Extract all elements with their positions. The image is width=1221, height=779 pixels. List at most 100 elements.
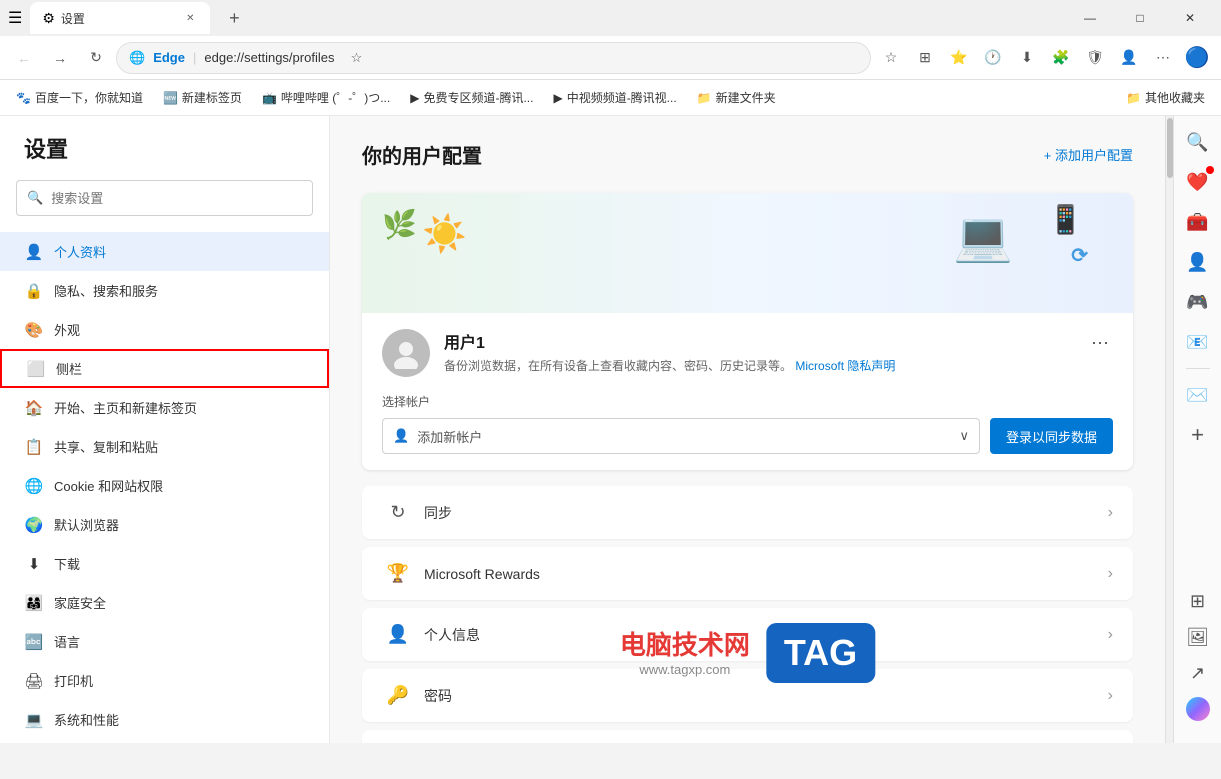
downloads-button[interactable]: ⬇ [1011,42,1043,74]
account-select[interactable]: 👤 添加新帐户 ∨ [382,418,980,454]
bilibili-icon: 📺 [262,91,277,105]
sharing-nav-icon: 📋 [24,438,44,456]
edge-sidebar-add[interactable]: + [1180,417,1216,453]
nav-item-language[interactable]: 🔤 语言 [0,622,329,661]
nav-item-reset[interactable]: ↺ 重置设置 [0,739,329,743]
refresh-button[interactable]: ↻ [80,42,112,74]
edge-sidebar-user[interactable]: 👤 [1180,244,1216,280]
nav-item-privacy-label: 隐私、搜索和服务 [54,281,158,300]
scroll-thumb[interactable] [1167,118,1173,178]
nav-item-sidebar[interactable]: ⬜ 侧栏 [0,349,329,388]
bookmark-tencent1[interactable]: ▶ 免费专区频道-腾讯... [402,85,541,110]
nav-item-printer[interactable]: 🖨 打印机 [0,661,329,700]
personal-info-label: 个人信息 [424,625,1108,645]
close-window-button[interactable]: ✕ [1167,0,1213,36]
nav-item-downloads[interactable]: ⬇ 下载 [0,544,329,583]
bookmark-baidu[interactable]: 🐾 百度一下，你就知道 [8,85,151,110]
bookmark-bilibili[interactable]: 📺 哔哩哔哩 (゜-゜)つ... [254,85,398,110]
section-personal-info[interactable]: 👤 个人信息 › [362,608,1133,661]
edge-sidebar-external[interactable]: ↗ [1180,655,1216,691]
bookmark-newtab[interactable]: 🆕 新建标签页 [155,85,250,110]
section-password[interactable]: 🔑 密码 › [362,669,1133,722]
edge-icon-button[interactable]: 🔵 [1181,42,1213,74]
section-sync[interactable]: ↻ 同步 › [362,486,1133,539]
edge-logo: 🌐 [129,50,145,66]
profile-menu-button[interactable]: ⋯ [1087,329,1113,358]
edge-sidebar-games[interactable]: 🎮 [1180,284,1216,320]
banner-sun: ☀️ [422,213,467,255]
edge-sidebar-qr[interactable]: ⊞ [1180,583,1216,619]
sync-label: 同步 [424,503,1108,523]
bookmark-bilibili-label: 哔哩哔哩 (゜-゜)つ... [281,89,390,106]
nav-item-family-label: 家庭安全 [54,593,106,612]
extensions-button[interactable]: 🧩 [1045,42,1077,74]
nav-item-downloads-label: 下载 [54,554,80,573]
section-rewards[interactable]: 🏆 Microsoft Rewards › [362,547,1133,600]
nav-item-default-browser[interactable]: 🌍 默认浏览器 [0,505,329,544]
tab-close-button[interactable]: ✕ [182,10,198,26]
nav-item-sidebar-label: 侧栏 [56,359,82,378]
family-nav-icon: 👨‍👩‍👧 [24,594,44,612]
maximize-button[interactable]: □ [1117,0,1163,36]
password-icon: 🔑 [382,685,414,706]
nav-item-profile-label: 个人资料 [54,242,106,261]
nav-item-privacy[interactable]: 🔒 隐私、搜索和服务 [0,271,329,310]
privacy-link[interactable]: Microsoft 隐私声明 [795,359,895,373]
bookmark-tencent2[interactable]: ▶ 中视频频道-腾讯视... [545,85,684,110]
nav-item-appearance[interactable]: 🎨 外观 [0,310,329,349]
collections-button[interactable]: ☆ [875,42,907,74]
search-box[interactable]: 🔍 [16,180,313,216]
section-payment[interactable]: 💳 付款信息 › [362,730,1133,743]
history-button[interactable]: 🕐 [977,42,1009,74]
edge-sidebar-bottom-actions: ⊞ 🖼 ↗ [1180,583,1216,735]
search-input[interactable] [51,191,302,206]
edge-sidebar-search[interactable]: 🔍 [1180,124,1216,160]
edge-sidebar-picture[interactable]: 🖼 [1180,619,1216,655]
tab[interactable]: ⚙ 设置 ✕ [30,2,210,34]
tab-title: 设置 [61,10,176,27]
new-tab-button[interactable]: + [218,2,250,34]
nav-item-start-label: 开始、主页和新建标签页 [54,398,197,417]
bookmark-folder[interactable]: 📁 新建文件夹 [689,85,784,110]
address-bar[interactable]: 🌐 Edge | edge://settings/profiles ☆ [116,42,871,74]
scroll-track[interactable] [1165,116,1173,743]
baidu-icon: 🐾 [16,91,31,105]
bookmarks-right: 📁 其他收藏夹 [1118,85,1213,110]
minimize-button[interactable]: — [1067,0,1113,36]
content-area: 设置 🔍 👤 个人资料 🔒 隐私、搜索和服务 🎨 外观 ⬜ 侧栏 [0,116,1173,743]
edge-sidebar-send[interactable]: ✉️ [1180,377,1216,413]
profile-button[interactable]: 👤 [1113,42,1145,74]
edge-sidebar-outlook[interactable]: 📧 [1180,324,1216,360]
bookmark-tencent2-label: 中视频频道-腾讯视... [567,89,677,106]
nav-item-language-label: 语言 [54,632,80,651]
browser-essentials-button[interactable]: 🛡 [1079,42,1111,74]
star-button[interactable]: ☆ [342,44,370,72]
favorites-button[interactable]: ⭐ [943,42,975,74]
sync-button[interactable]: 登录以同步数据 [990,418,1113,454]
profile-details: 用户1 备份浏览数据，在所有设备上查看收藏内容、密码、历史记录等。 Micros… [444,329,1073,375]
start-nav-icon: 🏠 [24,399,44,417]
rewards-arrow-icon: › [1108,565,1113,583]
split-screen-button[interactable]: ⊞ [909,42,941,74]
nav-item-system[interactable]: 💻 系统和性能 [0,700,329,739]
bookmark-tencent1-label: 免费专区频道-腾讯... [423,89,533,106]
settings-page-header: 你的用户配置 + 添加用户配置 [362,140,1133,169]
settings-more-button[interactable]: ⋯ [1147,42,1179,74]
forward-button[interactable]: → [44,42,76,74]
settings-main: 你的用户配置 + 添加用户配置 🌿 ☀️ 💻 📱 ⟳ [330,116,1165,743]
edge-sidebar-tools[interactable]: 🧰 [1180,204,1216,240]
other-bookmarks[interactable]: 📁 其他收藏夹 [1118,85,1213,110]
profile-account: 选择帐户 👤 添加新帐户 ∨ 登录以同步数据 [362,393,1133,470]
sidebar-toggle-icon[interactable]: ☰ [8,8,22,28]
add-profile-button[interactable]: + 添加用户配置 [1044,145,1133,164]
nav-item-family[interactable]: 👨‍👩‍👧 家庭安全 [0,583,329,622]
nav-item-cookies[interactable]: 🌐 Cookie 和网站权限 [0,466,329,505]
nav-item-profile[interactable]: 👤 个人资料 [0,232,329,271]
edge-sidebar-favorites[interactable]: ❤️ [1180,164,1216,200]
back-button[interactable]: ← [8,42,40,74]
tencent1-icon: ▶ [410,91,419,105]
rewards-label: Microsoft Rewards [424,566,1108,582]
nav-item-sharing[interactable]: 📋 共享、复制和粘贴 [0,427,329,466]
nav-item-printer-label: 打印机 [54,671,93,690]
nav-item-start[interactable]: 🏠 开始、主页和新建标签页 [0,388,329,427]
